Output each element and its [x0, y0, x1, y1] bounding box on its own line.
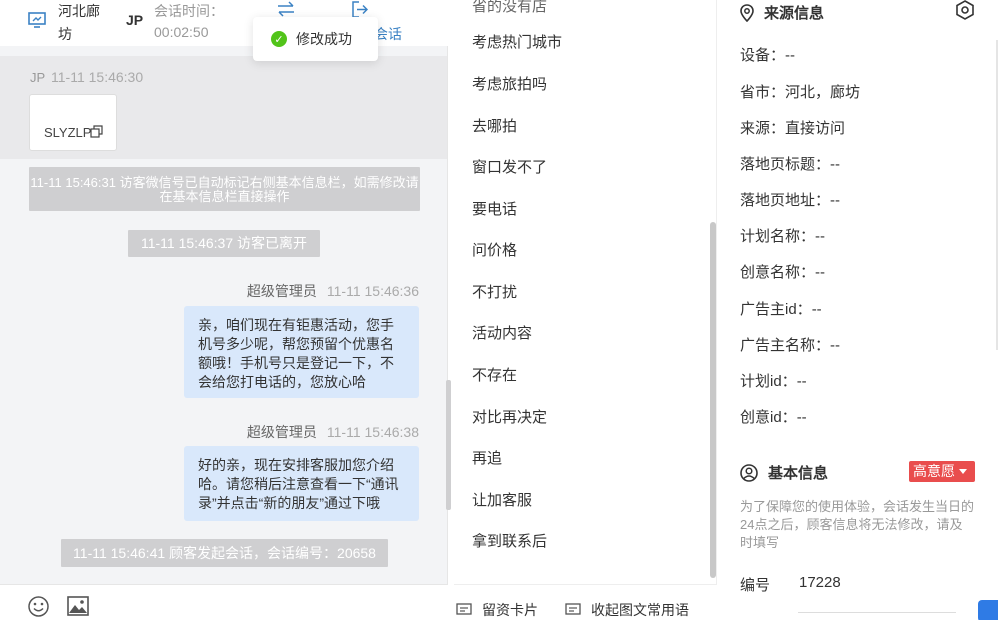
agent-message-bubble: 亲，咱们现在有钜惠活动，您手机号多少呢，帮您预留个优惠名额哦！手机号只是登记一下…: [184, 306, 419, 398]
quick-reply-item[interactable]: 去哪拍: [472, 115, 517, 136]
wechat-card[interactable]: SLYZLP: [29, 94, 117, 151]
source-field-source: 来源：直接访问: [740, 120, 846, 137]
agent-message-header: 超级管理员 11-11 15:46:38: [247, 422, 419, 442]
source-field-device: 设备：--: [740, 47, 796, 64]
exit-icon[interactable]: [351, 1, 368, 18]
chat-workspace: 河北廊坊 JP 会话时间： 00:02:50 会话 ✓ 修改成功 JP 11-1…: [0, 0, 998, 620]
quick-reply-item[interactable]: 活动内容: [472, 322, 532, 343]
end-session-link[interactable]: 会话: [374, 24, 402, 44]
quick-reply-panel: 省的没有店 考虑热门城市 考虑旅拍吗 去哪拍 窗口发不了 要电话 问价格 不打扰…: [454, 0, 717, 620]
intent-level-dropdown[interactable]: 高意愿: [909, 461, 975, 482]
chat-panel: 河北廊坊 JP 会话时间： 00:02:50 会话 ✓ 修改成功 JP 11-1…: [0, 0, 451, 620]
floating-action-button[interactable]: [978, 600, 998, 620]
source-info-title: 来源信息: [740, 2, 824, 23]
visitor-name: JP: [30, 70, 46, 85]
input-underline: [798, 612, 956, 613]
source-field-advertiser-name: 广告主名称：--: [740, 337, 841, 354]
agent-name: 超级管理员: [246, 283, 317, 299]
input-toolbar: [0, 584, 448, 620]
number-value: 17228: [799, 574, 841, 591]
basic-info-title: 基本信息: [740, 462, 828, 483]
quick-reply-item[interactable]: 不打扰: [472, 281, 517, 302]
visitor-message-time: 11-11 15:46:30: [51, 69, 144, 85]
quick-reply-item[interactable]: 拿到联系后: [472, 530, 547, 551]
quick-reply-item[interactable]: 让加客服: [472, 489, 532, 510]
source-field-landing-url: 落地页地址：--: [740, 192, 841, 209]
edit-deadline-notice: 为了保障您的使用体验，会话发生当日的24点之后，顾客信息将无法修改，请及时填写: [740, 499, 975, 550]
source-field-landing-title: 落地页标题：--: [740, 156, 841, 173]
lead-card-button[interactable]: 留资卡片: [456, 600, 538, 620]
eye-settings-icon[interactable]: [955, 0, 975, 20]
visitor-message: JP 11-11 15:46:30 SLYZLP: [0, 56, 447, 159]
session-time-label: 会话时间：: [154, 3, 224, 19]
visitor-short-name: JP: [126, 12, 144, 28]
source-field-plan-name: 计划名称：--: [740, 228, 826, 245]
agent-message-header: 超级管理员 11-11 15:46:36: [247, 281, 419, 301]
quick-reply-item[interactable]: 问价格: [472, 239, 517, 260]
location-pin-icon: [740, 3, 754, 22]
source-info-label: 来源信息: [764, 5, 825, 22]
source-field-plan-id: 计划id：--: [740, 373, 807, 390]
quick-reply-item[interactable]: 对比再决定: [472, 406, 547, 427]
visitor-info-panel: 来源信息 设备：-- 省市：河北，廊坊 来源：直接访问 落地页标题：-- 落地页…: [718, 0, 998, 620]
lead-card-label: 留资卡片: [482, 602, 538, 618]
source-field-province-city: 省市：河北，廊坊: [740, 84, 861, 101]
user-circle-icon: [740, 463, 758, 482]
system-message: 11-11 15:46:37 访客已离开: [128, 230, 320, 257]
transfer-icon[interactable]: [277, 1, 295, 17]
source-field-creative-name: 创意名称：--: [740, 264, 826, 281]
collapse-phrases-button[interactable]: 收起图文常用语: [565, 600, 689, 620]
session-time-value: 00:02:50: [154, 24, 209, 40]
quick-reply-item[interactable]: 窗口发不了: [472, 156, 547, 177]
message-list: JP 11-11 15:46:30 SLYZLP 11-11 15:46:31 …: [0, 46, 448, 584]
quick-reply-item-partial[interactable]: 省的没有店: [472, 0, 547, 16]
quick-reply-scrollbar[interactable]: [710, 222, 716, 578]
source-field-creative-id: 创意id：--: [740, 409, 807, 426]
toast-text: 修改成功: [296, 31, 352, 47]
copy-icon[interactable]: [90, 125, 103, 138]
quick-reply-item[interactable]: 再追: [472, 447, 502, 468]
message-icon: [565, 603, 581, 615]
agent-name: 超级管理员: [246, 424, 317, 440]
visitor-region: 河北廊坊: [58, 3, 100, 42]
basic-info-label: 基本信息: [768, 465, 829, 482]
quick-reply-item[interactable]: 考虑旅拍吗: [472, 73, 547, 94]
collapse-phrases-label: 收起图文常用语: [591, 602, 689, 618]
quick-reply-item[interactable]: 要电话: [472, 198, 517, 219]
agent-message-time: 11-11 15:46:38: [326, 424, 419, 440]
card-icon: [456, 603, 472, 615]
success-toast: ✓ 修改成功: [253, 17, 378, 61]
quick-reply-footer: 留资卡片 收起图文常用语: [454, 584, 717, 620]
source-field-advertiser-id: 广告主id：--: [740, 301, 822, 318]
chat-scrollbar[interactable]: [446, 380, 451, 510]
wechat-id-text: SLYZLP: [44, 125, 92, 140]
system-message: 11-11 15:46:41 顾客发起会话，会话编号：20658: [61, 539, 388, 567]
monitor-icon: [28, 12, 46, 28]
chat-header: 河北廊坊 JP 会话时间： 00:02:50 会话: [0, 0, 448, 46]
agent-message-time: 11-11 15:46:36: [326, 283, 419, 299]
check-circle-icon: ✓: [271, 31, 287, 47]
number-label: 编号: [740, 577, 771, 594]
quick-reply-item[interactable]: 不存在: [472, 364, 517, 385]
image-icon[interactable]: [67, 596, 89, 616]
agent-message-bubble: 好的亲，现在安排客服加您介绍哈。请您稍后注意查看一下“通讯录”并点击“新的朋友”…: [184, 446, 419, 521]
quick-reply-item[interactable]: 考虑热门城市: [472, 31, 562, 52]
emoji-icon[interactable]: [28, 596, 49, 617]
system-message: 11-11 15:46:31 访客微信号已自动标记右侧基本信息栏，如需修改请在基…: [29, 167, 420, 211]
